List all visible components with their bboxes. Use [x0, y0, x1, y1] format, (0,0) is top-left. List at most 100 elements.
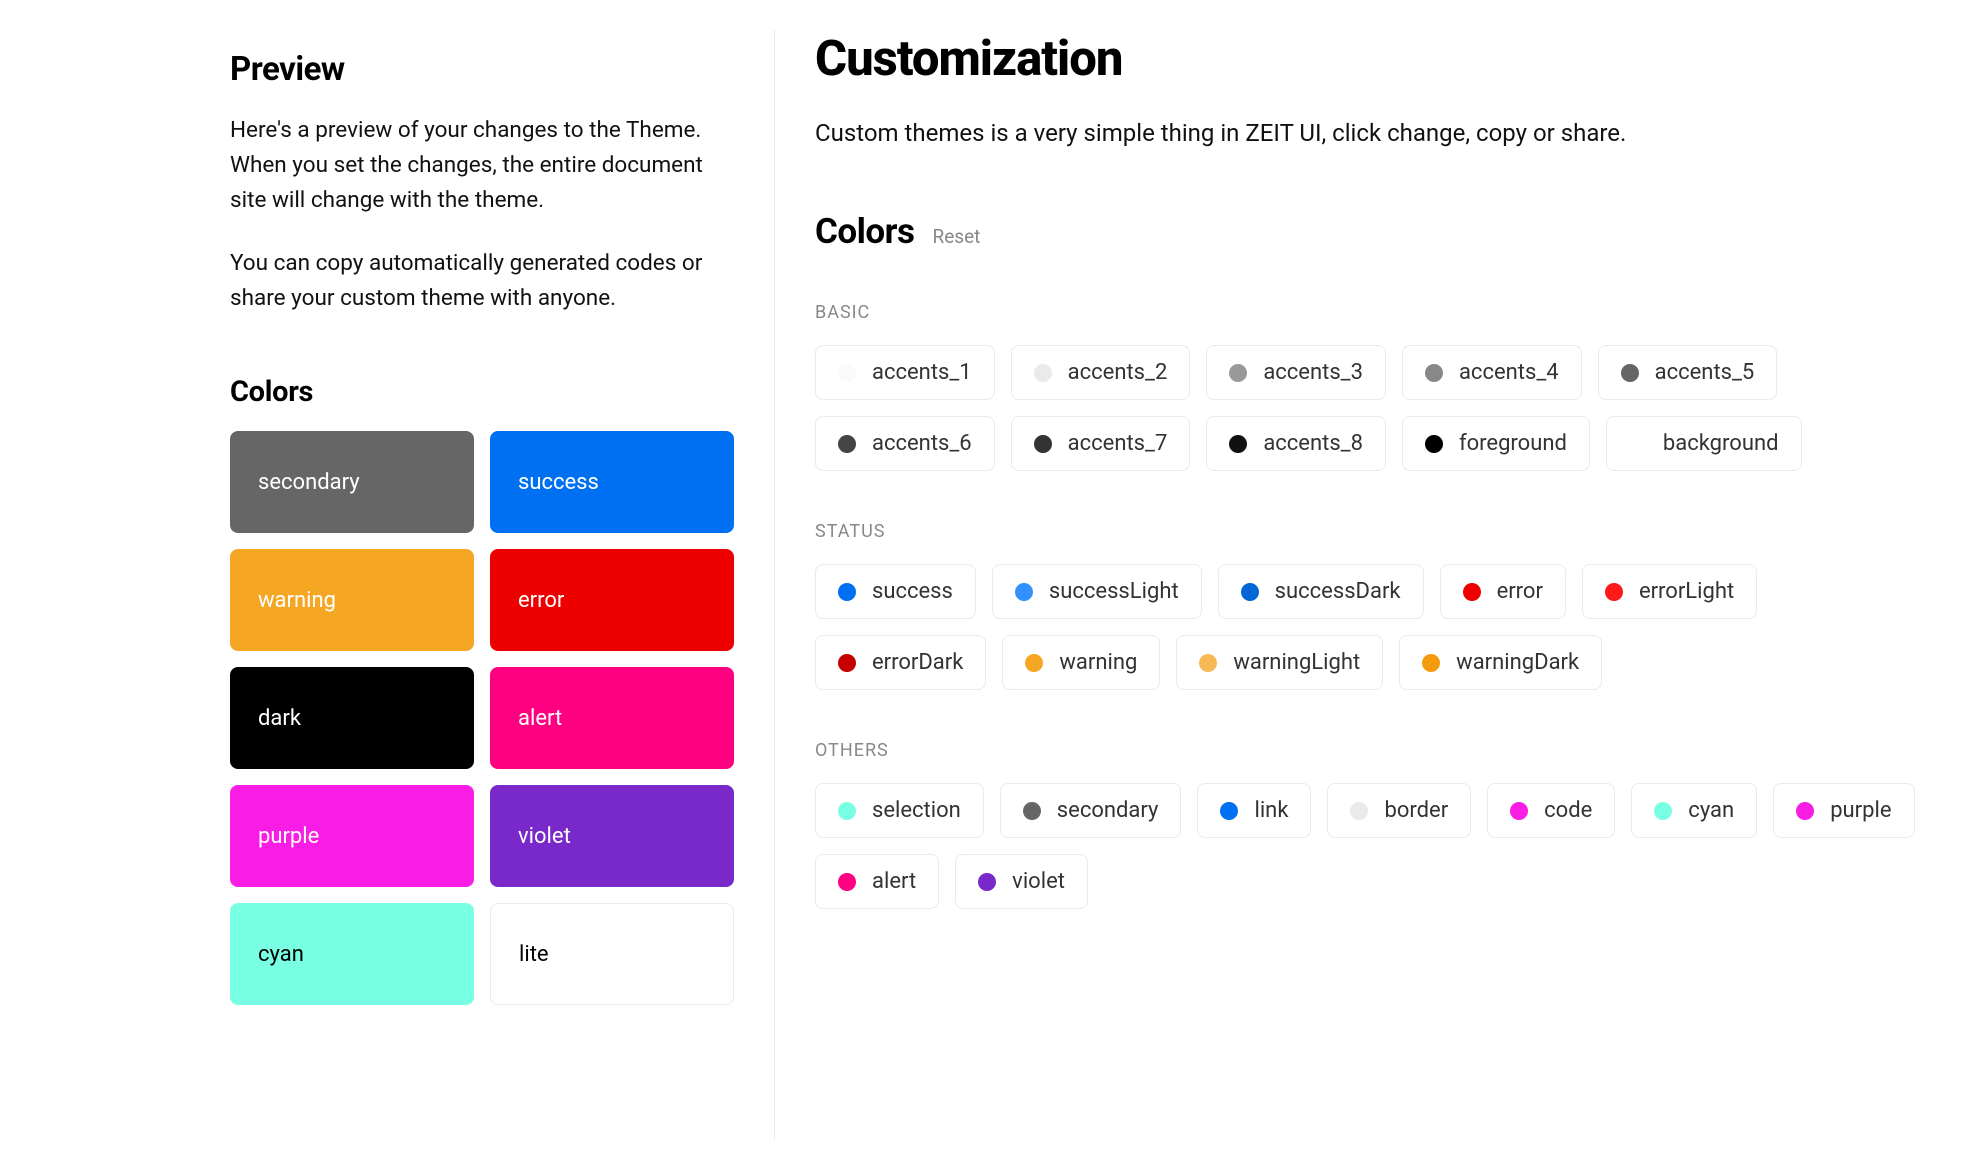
color-dot-icon — [1621, 364, 1639, 382]
color-chip-label: foreground — [1459, 431, 1567, 456]
swatch-success[interactable]: success — [490, 431, 734, 533]
color-chip-label: cyan — [1688, 798, 1734, 823]
swatch-error[interactable]: error — [490, 549, 734, 651]
color-dot-icon — [1241, 583, 1259, 601]
color-chip-accents_1[interactable]: accents_1 — [815, 345, 995, 400]
color-chip-label: successLight — [1049, 579, 1179, 604]
color-chip-label: accents_2 — [1068, 360, 1168, 385]
color-chip-label: link — [1254, 798, 1288, 823]
color-chip-selection[interactable]: selection — [815, 783, 984, 838]
color-chip-error[interactable]: error — [1440, 564, 1566, 619]
swatch-label: alert — [518, 706, 562, 731]
color-dot-icon — [1023, 802, 1041, 820]
color-dot-icon — [1199, 654, 1217, 672]
swatch-label: cyan — [258, 942, 304, 967]
color-dot-icon — [838, 364, 856, 382]
color-chip-alert[interactable]: alert — [815, 854, 939, 909]
color-dot-icon — [838, 802, 856, 820]
color-chip-label: warningDark — [1456, 650, 1579, 675]
color-chip-accents_2[interactable]: accents_2 — [1011, 345, 1191, 400]
color-chip-errorLight[interactable]: errorLight — [1582, 564, 1757, 619]
color-chip-accents_8[interactable]: accents_8 — [1206, 416, 1386, 471]
group-label-others: OTHERS — [815, 740, 1932, 761]
reset-button[interactable]: Reset — [932, 225, 980, 248]
color-chip-label: secondary — [1057, 798, 1159, 823]
color-chip-label: accents_4 — [1459, 360, 1559, 385]
colors-section-title: Colors — [815, 211, 914, 252]
color-chip-secondary[interactable]: secondary — [1000, 783, 1182, 838]
color-dot-icon — [1463, 583, 1481, 601]
swatch-secondary[interactable]: secondary — [230, 431, 474, 533]
chip-row-basic: accents_1accents_2accents_3accents_4acce… — [815, 345, 1932, 471]
color-chip-warning[interactable]: warning — [1002, 635, 1160, 690]
color-chip-label: border — [1384, 798, 1448, 823]
customization-desc: Custom themes is a very simple thing in … — [815, 115, 1932, 151]
color-chip-label: violet — [1012, 869, 1065, 894]
color-chip-accents_7[interactable]: accents_7 — [1011, 416, 1191, 471]
color-dot-icon — [1422, 654, 1440, 672]
preview-title: Preview — [230, 50, 734, 89]
color-chip-accents_3[interactable]: accents_3 — [1206, 345, 1386, 400]
color-chip-background[interactable]: background — [1606, 416, 1802, 471]
color-chip-label: accents_7 — [1068, 431, 1168, 456]
color-dot-icon — [1796, 802, 1814, 820]
swatch-label: lite — [519, 942, 549, 967]
color-chip-purple[interactable]: purple — [1773, 783, 1914, 838]
color-chip-successLight[interactable]: successLight — [992, 564, 1202, 619]
color-chip-label: errorLight — [1639, 579, 1734, 604]
swatch-alert[interactable]: alert — [490, 667, 734, 769]
color-chip-label: accents_6 — [872, 431, 972, 456]
color-chip-label: warningLight — [1233, 650, 1360, 675]
color-dot-icon — [1034, 435, 1052, 453]
color-chip-label: accents_5 — [1655, 360, 1755, 385]
color-chip-label: error — [1497, 579, 1543, 604]
color-chip-label: code — [1544, 798, 1592, 823]
color-dot-icon — [1350, 802, 1368, 820]
color-chip-errorDark[interactable]: errorDark — [815, 635, 986, 690]
chip-row-status: success successLight successDark error error… — [815, 564, 1932, 690]
color-groups: BASICaccents_1accents_2accents_3accents_… — [815, 302, 1932, 909]
color-chip-violet[interactable]: violet — [955, 854, 1088, 909]
color-dot-icon — [1015, 583, 1033, 601]
color-chip-label: purple — [1830, 798, 1891, 823]
color-dot-icon — [1425, 435, 1443, 453]
color-chip-label: alert — [872, 869, 916, 894]
preview-paragraph-2: You can copy automatically generated cod… — [230, 246, 734, 316]
color-dot-icon — [1220, 802, 1238, 820]
color-chip-foreground[interactable]: foreground — [1402, 416, 1590, 471]
swatch-label: purple — [258, 824, 319, 849]
swatch-purple[interactable]: purple — [230, 785, 474, 887]
color-chip-border[interactable]: border — [1327, 783, 1471, 838]
color-chip-link[interactable]: link — [1197, 783, 1311, 838]
chip-row-others: selection secondary link border code cyan purp… — [815, 783, 1932, 909]
color-chip-code[interactable]: code — [1487, 783, 1615, 838]
customization-panel: Customization Custom themes is a very si… — [775, 30, 1972, 1140]
swatch-lite[interactable]: lite — [490, 903, 734, 1005]
color-dot-icon — [1034, 364, 1052, 382]
group-label-status: STATUS — [815, 521, 1932, 542]
color-dot-icon — [978, 873, 996, 891]
swatch-label: error — [518, 588, 564, 613]
color-chip-accents_4[interactable]: accents_4 — [1402, 345, 1582, 400]
swatch-cyan[interactable]: cyan — [230, 903, 474, 1005]
color-chip-accents_6[interactable]: accents_6 — [815, 416, 995, 471]
color-dot-icon — [838, 654, 856, 672]
color-dot-icon — [1629, 435, 1647, 453]
page-root: Preview Here's a preview of your changes… — [0, 0, 1972, 1170]
preview-colors-heading: Colors — [230, 375, 734, 409]
swatch-violet[interactable]: violet — [490, 785, 734, 887]
color-chip-label: successDark — [1275, 579, 1401, 604]
color-dot-icon — [1510, 802, 1528, 820]
color-chip-success[interactable]: success — [815, 564, 976, 619]
color-dot-icon — [838, 435, 856, 453]
color-chip-warningDark[interactable]: warningDark — [1399, 635, 1602, 690]
color-chip-cyan[interactable]: cyan — [1631, 783, 1757, 838]
colors-section-header: Colors Reset — [815, 211, 1932, 252]
swatch-dark[interactable]: dark — [230, 667, 474, 769]
color-chip-accents_5[interactable]: accents_5 — [1598, 345, 1778, 400]
color-dot-icon — [1025, 654, 1043, 672]
color-chip-warningLight[interactable]: warningLight — [1176, 635, 1383, 690]
color-dot-icon — [1425, 364, 1443, 382]
color-chip-successDark[interactable]: successDark — [1218, 564, 1424, 619]
swatch-warning[interactable]: warning — [230, 549, 474, 651]
